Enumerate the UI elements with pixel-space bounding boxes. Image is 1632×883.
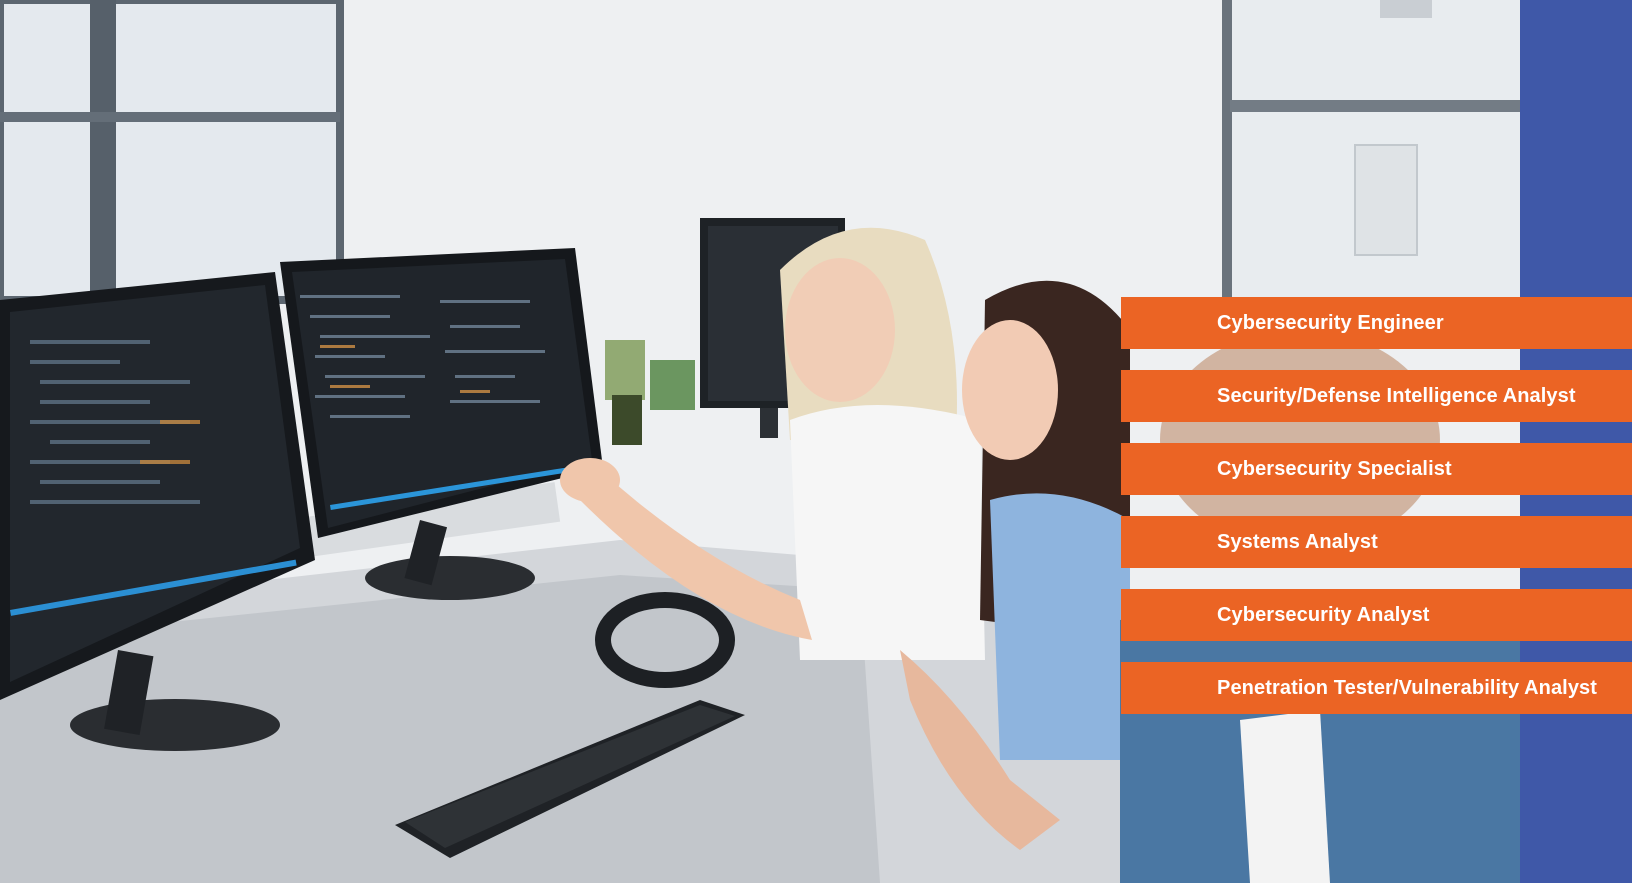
role-item-cybersecurity-specialist: Cybersecurity Specialist (1121, 443, 1632, 495)
role-item-cybersecurity-analyst: Cybersecurity Analyst (1121, 589, 1632, 641)
role-item-security-defense-intelligence-analyst: Security/Defense Intelligence Analyst (1121, 370, 1632, 422)
left-window (0, 0, 344, 304)
role-item-cybersecurity-engineer: Cybersecurity Engineer (1121, 297, 1632, 349)
right-window (1222, 0, 1520, 300)
role-item-penetration-tester-vulnerability-analyst: Penetration Tester/Vulnerability Analyst (1121, 662, 1632, 714)
role-item-systems-analyst: Systems Analyst (1121, 516, 1632, 568)
career-roles-list: Cybersecurity Engineer Security/Defense … (1121, 297, 1632, 735)
